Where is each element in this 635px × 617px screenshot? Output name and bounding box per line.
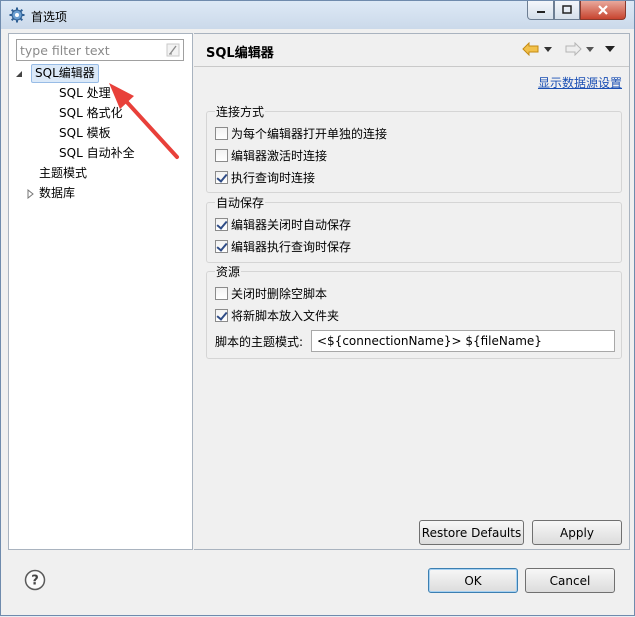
connect-on-execute-label: 执行查询时连接 [231,171,316,185]
cancel-button[interactable]: Cancel [525,568,615,593]
expanded-arrow-icon[interactable] [14,69,24,79]
maximize-icon [562,5,572,14]
open-separate-connection-label: 为每个编辑器打开单独的连接 [231,127,388,141]
resources-group-title: 资源 [215,263,242,280]
connect-on-activate-option[interactable]: 编辑器激活时连接 [215,148,327,166]
connect-on-execute-checkbox[interactable] [215,171,228,184]
script-title-pattern-label: 脚本的主题模式: [215,335,304,349]
minimize-button[interactable] [527,1,554,20]
svg-text:?: ? [31,574,39,589]
autosave-on-close-option[interactable]: 编辑器关闭时自动保存 [215,217,351,235]
autosave-on-close-label: 编辑器关闭时自动保存 [231,218,352,232]
open-separate-connection-option[interactable]: 为每个编辑器打开单独的连接 [215,126,387,144]
help-icon[interactable]: ? [24,569,46,591]
close-icon [598,5,608,15]
delete-empty-script-label: 关闭时删除空脚本 [231,287,328,301]
tree-item-sql-template[interactable]: SQL 模板 [59,124,111,143]
tree-item-theme[interactable]: 主题模式 [39,164,87,183]
delete-empty-script-checkbox[interactable] [215,287,228,300]
connect-on-activate-checkbox[interactable] [215,149,228,162]
preferences-tree-pane: SQL编辑器 SQL 处理 SQL 格式化 SQL 模板 SQL 自动补全 主题… [8,33,193,550]
back-arrow-icon[interactable] [522,42,540,56]
tree-item-sql-editor-label: SQL编辑器 [31,64,99,83]
resources-group: 资源 关闭时删除空脚本 将新脚本放入文件夹 脚本的主题模式: <${connec… [206,263,622,359]
open-separate-connection-checkbox[interactable] [215,127,228,140]
tree-item-sql-autocomplete[interactable]: SQL 自动补全 [59,144,135,163]
tree-item-sql-editor[interactable]: SQL编辑器 [14,64,99,83]
connect-on-execute-option[interactable]: 执行查询时连接 [215,170,315,188]
settings-gear-icon [9,7,25,23]
autosave-group-title: 自动保存 [215,194,266,211]
apply-button[interactable]: Apply [532,520,622,545]
header-separator [194,66,629,67]
filter-box[interactable] [16,39,184,61]
window-title: 首选项 [31,10,68,24]
maximize-button[interactable] [554,1,580,20]
scripts-in-folder-label: 将新脚本放入文件夹 [231,309,340,323]
minimize-icon [536,11,545,13]
back-dropdown-icon[interactable] [544,47,552,52]
ok-button[interactable]: OK [428,568,518,593]
tree-item-sql-processing[interactable]: SQL 处理 [59,84,111,103]
autosave-group: 自动保存 编辑器关闭时自动保存 编辑器执行查询时保存 [206,194,622,263]
restore-defaults-button[interactable]: Restore Defaults [419,520,524,545]
autosave-on-close-checkbox[interactable] [215,218,228,231]
filter-input[interactable] [20,42,160,58]
forward-arrow-icon[interactable] [564,42,582,56]
tree-item-sql-format[interactable]: SQL 格式化 [59,104,123,123]
view-menu-icon[interactable] [605,46,615,52]
show-datasource-settings-link[interactable]: 显示数据源设置 [538,74,622,91]
connect-on-activate-label: 编辑器激活时连接 [231,149,328,163]
forward-dropdown-icon[interactable] [586,47,594,52]
save-on-execute-checkbox[interactable] [215,240,228,253]
connection-group: 连接方式 为每个编辑器打开单独的连接 编辑器激活时连接 执行查询时连接 [206,103,622,193]
collapsed-arrow-icon[interactable] [26,189,36,199]
script-title-pattern-input[interactable]: <${connectionName}> ${fileName} [311,330,615,352]
scripts-in-folder-checkbox[interactable] [215,309,228,322]
preferences-window: 首选项 SQL编辑器 [0,0,635,616]
tree-item-database-label: 数据库 [39,186,76,200]
save-on-execute-option[interactable]: 编辑器执行查询时保存 [215,239,351,257]
preference-page: SQL编辑器 显示数据源设置 连接方式 为每个编辑器打开单独的连接 编辑器激活时… [194,33,630,550]
close-button[interactable] [580,1,626,20]
connection-group-title: 连接方式 [215,103,266,120]
title-bar: 首选项 [1,1,634,29]
save-on-execute-label: 编辑器执行查询时保存 [231,240,352,254]
delete-empty-script-option[interactable]: 关闭时删除空脚本 [215,286,327,304]
scripts-in-folder-option[interactable]: 将新脚本放入文件夹 [215,308,339,326]
page-title: SQL编辑器 [206,46,274,61]
clear-filter-icon[interactable] [166,43,180,57]
tree-item-database[interactable]: 数据库 [26,184,75,203]
